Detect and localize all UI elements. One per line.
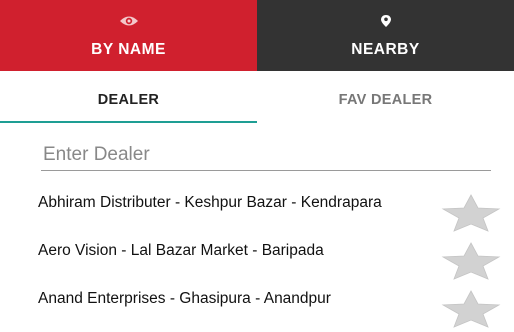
tab-fav-dealer[interactable]: FAV DEALER <box>257 71 514 123</box>
tab-dealer[interactable]: DEALER <box>0 71 257 123</box>
dealer-name: Aero Vision - Lal Bazar Market - Baripad… <box>38 242 324 259</box>
location-pin-icon <box>375 14 397 28</box>
favorite-star-icon[interactable] <box>441 242 501 280</box>
tab-nearby[interactable]: NEARBY <box>257 0 514 71</box>
tab-dealer-label: DEALER <box>97 92 160 108</box>
active-tab-indicator <box>0 121 257 123</box>
favorite-star-icon[interactable] <box>441 194 501 232</box>
favorite-star-icon[interactable] <box>441 290 501 328</box>
top-tab-bar: BY NAME NEARBY <box>0 0 514 71</box>
dealer-list-item[interactable]: Aero Vision - Lal Bazar Market - Baripad… <box>0 238 514 284</box>
tab-nearby-label: NEARBY <box>351 41 420 58</box>
tab-by-name-label: BY NAME <box>91 41 166 58</box>
dealer-search-input[interactable] <box>41 140 491 170</box>
dealer-list-item[interactable]: Abhiram Distributer - Keshpur Bazar - Ke… <box>0 190 514 236</box>
dealer-search-field <box>41 140 491 171</box>
dealer-name: Abhiram Distributer - Keshpur Bazar - Ke… <box>38 194 382 211</box>
tab-fav-dealer-label: FAV DEALER <box>338 92 433 108</box>
sub-tab-bar: DEALER FAV DEALER <box>0 71 514 123</box>
dealer-list-item[interactable]: Anand Enterprises - Ghasipura - Anandpur <box>0 286 514 332</box>
tab-by-name[interactable]: BY NAME <box>0 0 257 71</box>
eye-icon <box>118 14 140 28</box>
dealer-name: Anand Enterprises - Ghasipura - Anandpur <box>38 290 331 307</box>
